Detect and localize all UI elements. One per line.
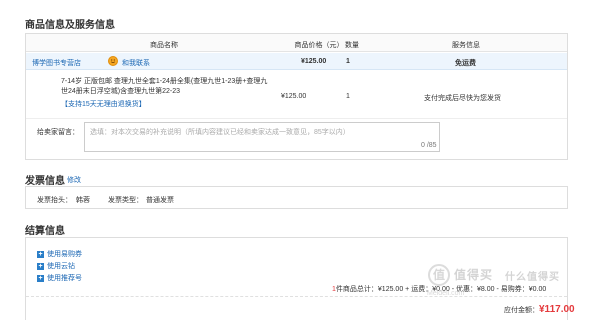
- seller-message-input[interactable]: 选填：对本次交易的补充说明（所填内容建议已经和卖家达成一致意见，85字以内）: [84, 122, 440, 152]
- use-diamond-option[interactable]: + 使用云钻: [37, 261, 75, 271]
- shop-service: 免运费: [455, 60, 476, 67]
- header-service: 服务信息: [452, 42, 480, 49]
- shop-price: ¥125.00: [301, 58, 327, 65]
- payable-amount: ¥117.00: [539, 304, 575, 315]
- item-title-line2: 世24册末日浮空城)含查理九世第22-23: [61, 88, 181, 95]
- use-coupon-label: 使用易购券: [47, 251, 82, 258]
- invoice-edit-link[interactable]: 修改: [67, 175, 81, 185]
- voucher-label: - 易购券：: [496, 286, 529, 293]
- invoice-header-value: 韩蓉: [76, 197, 90, 204]
- summary-divider: [26, 296, 567, 297]
- goods-total: ¥125.00: [377, 286, 404, 293]
- contact-seller-icon[interactable]: [108, 56, 118, 66]
- use-referral-option[interactable]: + 使用推荐号: [37, 273, 82, 283]
- shop-name-link[interactable]: 博学图书专营店: [32, 58, 81, 68]
- message-label: 给卖家留言：: [37, 129, 79, 136]
- return-policy-note: 【支持15天无理由退换货】: [61, 101, 146, 108]
- settle-section-title: 结算信息: [25, 226, 65, 237]
- message-char-counter: 0 /85: [421, 142, 437, 149]
- invoice-type-value: 普通发票: [146, 197, 174, 204]
- goods-section-title: 商品信息及服务信息: [25, 20, 115, 31]
- item-title[interactable]: 7-14岁 正版包邮 查理九世全套1-24册全集(查理九世1-23册+查理九 世…: [61, 77, 271, 97]
- payable-row: 应付金额：¥117.00: [504, 304, 575, 315]
- invoice-section-title: 发票信息: [25, 176, 65, 187]
- watermark-logo: 值: [428, 264, 450, 286]
- item-qty: 1: [346, 93, 350, 100]
- header-qty: 数量: [345, 42, 359, 49]
- expand-plus-icon: +: [37, 274, 44, 282]
- use-diamond-label: 使用云钻: [47, 263, 75, 270]
- invoice-box: 发票抬头： 韩蓉 发票类型： 普通发票: [25, 186, 568, 209]
- watermark-site: Meldeii.com: [427, 290, 465, 297]
- header-name: 商品名称: [150, 42, 178, 49]
- expand-plus-icon: +: [37, 250, 44, 258]
- item-count-suffix: 件商品总计：: [335, 286, 378, 293]
- invoice-type-label: 发票类型：: [108, 197, 143, 204]
- item-title-line1: 7-14岁 正版包邮 查理九世全套1-24册全集(查理九世1-23册+查理九: [61, 78, 268, 85]
- contact-seller-link[interactable]: 和我联系: [122, 58, 150, 68]
- invoice-header-label: 发票抬头：: [37, 197, 72, 204]
- shop-qty: 1: [346, 58, 350, 65]
- payable-label: 应付金额：: [504, 307, 539, 314]
- item-service: 支付完成后尽快为您发货: [424, 95, 501, 102]
- watermark-slogan: 什么值得买: [505, 272, 560, 283]
- item-price: ¥125.00: [281, 93, 307, 100]
- use-referral-label: 使用推荐号: [47, 275, 82, 282]
- discount-amount: ¥8.00: [476, 286, 495, 293]
- voucher-amount: ¥0.00: [528, 286, 547, 293]
- goods-table: 商品名称 商品价格（元） 数量 服务信息 博学图书专营店 和我联系 ¥125.0…: [25, 33, 568, 160]
- seller-message-placeholder: 选填：对本次交易的补充说明（所填内容建议已经和卖家达成一致意见，85字以内）: [90, 129, 350, 136]
- expand-plus-icon: +: [37, 262, 44, 270]
- watermark-brand: 值得买: [454, 268, 494, 282]
- use-coupon-option[interactable]: + 使用易购券: [37, 249, 82, 259]
